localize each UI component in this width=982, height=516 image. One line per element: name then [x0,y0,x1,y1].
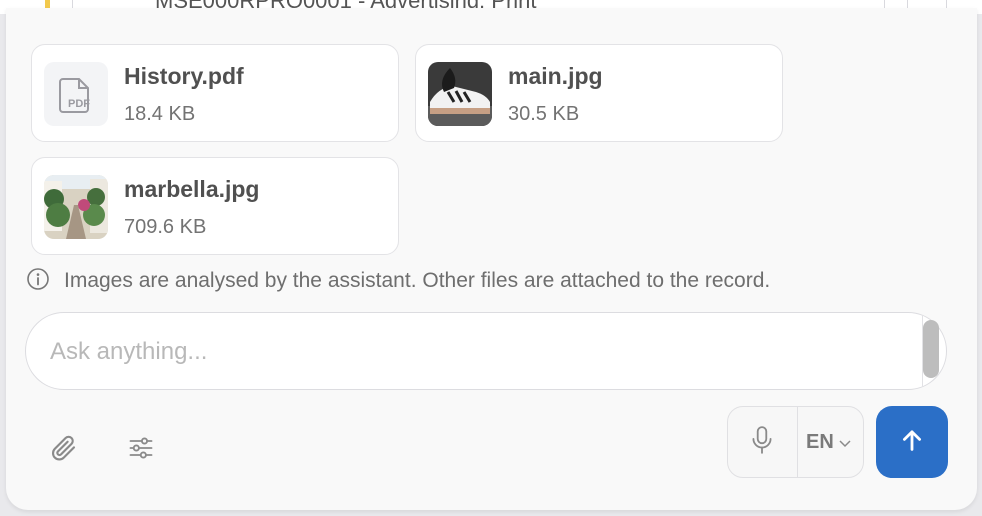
attachment-name: main.jpg [508,63,603,89]
send-button[interactable] [876,406,948,478]
settings-button[interactable] [121,430,161,470]
svg-text:PDF: PDF [68,98,90,110]
attachment-name: marbella.jpg [124,176,260,202]
language-selector[interactable]: EN [806,431,852,454]
street-photo-thumbnail [44,175,108,239]
sneaker-photo-thumbnail [428,62,492,126]
pdf-file-icon: PDF [44,62,108,126]
attachment-info-note: Images are analysed by the assistant. Ot… [26,267,771,296]
attachment-size: 709.6 KB [124,216,207,238]
attachment-size: 18.4 KB [124,103,196,125]
paperclip-icon [49,433,79,468]
attachment-name: History.pdf [124,63,244,89]
info-note-text: Images are analysed by the assistant. Ot… [64,269,771,292]
microphone-icon [749,425,775,460]
attachment-card[interactable]: main.jpg 30.5 KB [415,44,783,142]
arrow-up-icon [898,426,926,459]
attach-file-button[interactable] [44,430,84,470]
voice-language-group: EN [727,406,864,478]
sliders-icon [127,434,155,467]
microphone-button[interactable] [742,422,782,462]
attachment-card[interactable]: PDF History.pdf 18.4 KB [31,44,399,142]
message-input-container [25,312,947,390]
message-input[interactable] [48,327,912,377]
chevron-down-icon [838,438,852,448]
language-label: EN [806,431,834,453]
attachment-size: 30.5 KB [508,103,580,125]
attachment-card[interactable]: marbella.jpg 709.6 KB [31,157,399,255]
input-scrollbar-thumb[interactable] [923,320,939,378]
info-icon [26,267,50,296]
